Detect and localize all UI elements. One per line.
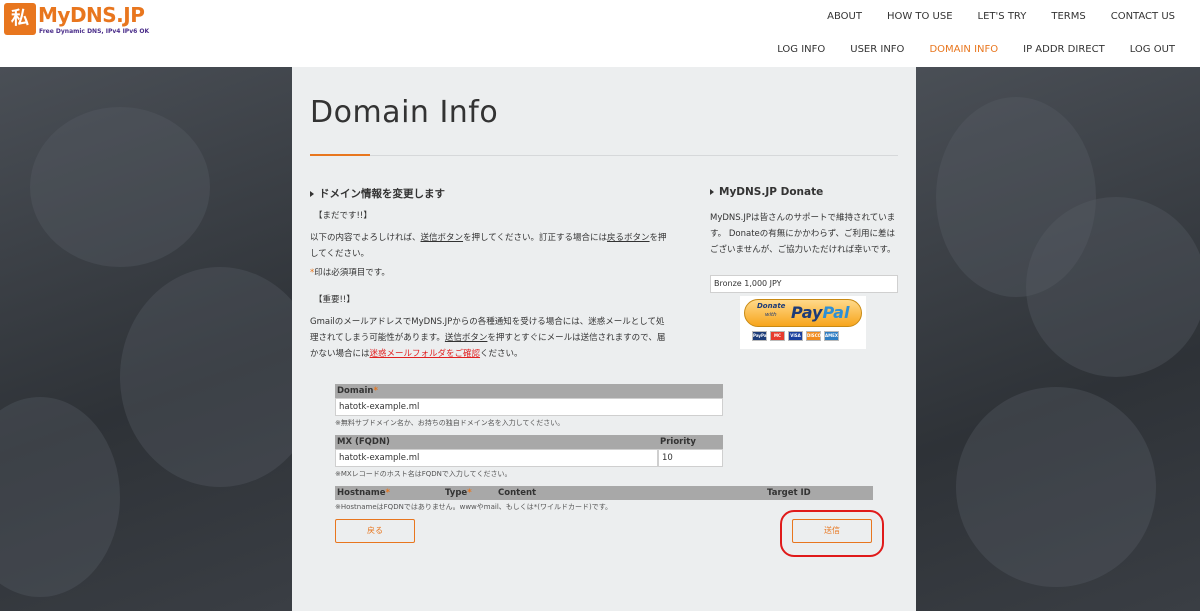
- donate-heading: MyDNS.JP Donate: [710, 186, 823, 198]
- donate-amount-select[interactable]: Bronze 1,000 JPY: [710, 275, 898, 293]
- visa-icon: VISA: [788, 331, 803, 341]
- triangle-bullet-icon: [310, 191, 314, 197]
- nav-contact-us[interactable]: CONTACT US: [1111, 11, 1175, 22]
- background-photo-right: [916, 67, 1200, 611]
- nav-log-out[interactable]: LOG OUT: [1130, 44, 1175, 55]
- domain-note: ※無料サブドメイン名か、お持ちの独自ドメイン名を入力してください。: [335, 419, 565, 427]
- paypal-donate-button[interactable]: Donate with PayPal PayPal MC VISA DISCOV…: [740, 296, 866, 349]
- paypal-card-icon: PayPal: [752, 331, 768, 341]
- spam-folder-link[interactable]: 迷惑メールフォルダをご確認: [370, 349, 481, 359]
- notyet-label: 【まだです!!】: [314, 211, 372, 221]
- site-header: 私 MyDNS.JP Free Dynamic DNS, IPv4 IPv6 O…: [0, 0, 1200, 67]
- required-note: *印は必須項目です。: [310, 268, 390, 278]
- mastercard-icon: MC: [770, 331, 785, 341]
- domain-field[interactable]: hatotk-example.ml: [335, 398, 723, 416]
- intro-text: 以下の内容でよろしければ、送信ボタンを押してください。訂正する場合には戻るボタン…: [310, 233, 667, 259]
- card-logos: PayPal MC VISA DISCOVER AMEX: [752, 331, 839, 341]
- member-nav: LOG INFO USER INFO DOMAIN INFO IP ADDR D…: [777, 44, 1200, 55]
- discover-icon: DISCOVER: [806, 331, 830, 341]
- page-title: Domain Info: [310, 95, 499, 130]
- site-logo[interactable]: 私 MyDNS.JP Free Dynamic DNS, IPv4 IPv6 O…: [4, 3, 154, 39]
- important-label: 【重要!!】: [314, 295, 355, 305]
- section-heading: ドメイン情報を変更します: [310, 186, 445, 201]
- back-button[interactable]: 戻る: [335, 519, 415, 543]
- hostname-note: ※HostnameはFQDNではありません。wwwやmail、もしくは*(ワイル…: [335, 503, 613, 511]
- record-table-header: Hostname* Type* Content Target ID: [335, 486, 873, 500]
- mx-field[interactable]: hatotk-example.ml: [335, 449, 658, 467]
- content-col: Content: [498, 488, 537, 498]
- paypal-button-graphic: Donate with PayPal: [744, 299, 862, 327]
- hostname-col: Hostname*: [337, 488, 390, 498]
- target-id-col: Target ID: [767, 488, 811, 498]
- mx-note: ※MXレコードのホスト名はFQDNで入力してください。: [335, 470, 512, 478]
- nav-ip-addr-direct[interactable]: IP ADDR DIRECT: [1023, 44, 1105, 55]
- top-nav: ABOUT HOW TO USE LET'S TRY TERMS CONTACT…: [827, 11, 1200, 22]
- type-col: Type*: [445, 488, 472, 498]
- nav-terms[interactable]: TERMS: [1051, 11, 1085, 22]
- domain-header: Domain*: [335, 384, 723, 398]
- amex-icon: AMEX: [824, 331, 839, 341]
- logo-tagline: Free Dynamic DNS, IPv4 IPv6 OK: [39, 28, 150, 35]
- background-photo-left: [0, 67, 320, 611]
- donate-description: MyDNS.JPは皆さんのサポートで維持されています。 Donateの有無にかか…: [710, 213, 896, 255]
- priority-header: Priority: [658, 435, 723, 449]
- title-accent-bar: [310, 154, 370, 156]
- triangle-bullet-icon: [710, 189, 714, 195]
- highlight-circle: [780, 510, 884, 557]
- nav-about[interactable]: ABOUT: [827, 11, 862, 22]
- nav-how-to-use[interactable]: HOW TO USE: [887, 11, 953, 22]
- logo-name: MyDNS.JP: [38, 3, 145, 27]
- mx-header: MX (FQDN): [335, 435, 658, 449]
- nav-user-info[interactable]: USER INFO: [850, 44, 904, 55]
- logo-mark: 私: [4, 3, 36, 35]
- nav-domain-info[interactable]: DOMAIN INFO: [929, 44, 998, 55]
- gmail-warning: GmailのメールアドレスでMyDNS.JPからの各種通知を受ける場合には、迷惑…: [310, 317, 666, 359]
- intro-back-link: 戻るボタン: [607, 233, 650, 243]
- priority-field[interactable]: 10: [658, 449, 723, 467]
- nav-lets-try[interactable]: LET'S TRY: [978, 11, 1027, 22]
- content-panel: Domain Info ドメイン情報を変更します 【まだです!!】 以下の内容で…: [292, 67, 916, 611]
- title-divider: [310, 155, 898, 156]
- nav-log-info[interactable]: LOG INFO: [777, 44, 825, 55]
- intro-send-link: 送信ボタン: [420, 233, 464, 243]
